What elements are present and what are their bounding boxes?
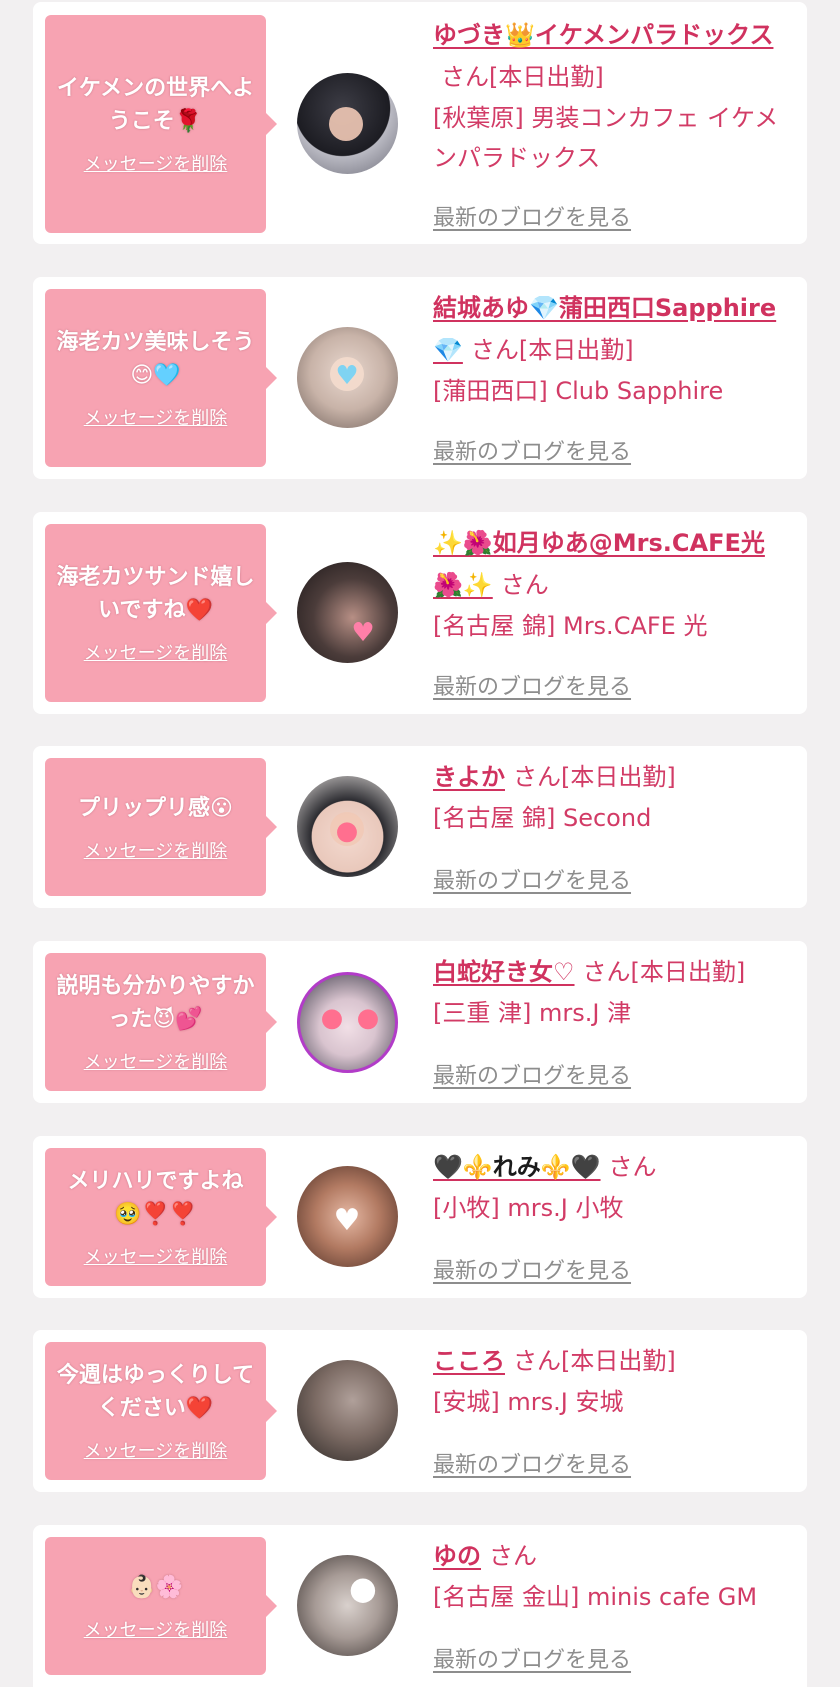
message-bubble: 今週はゆっくりしてください❤️ メッセージを削除 [45,1342,277,1480]
avatar[interactable]: ● [297,1555,398,1656]
message-text: 👶🏻🌸 [128,1574,183,1600]
avatar[interactable] [297,1360,398,1461]
avatar[interactable]: ● [297,776,398,877]
latest-blog-link[interactable]: 最新のブログを見る [433,1253,631,1285]
shop-name: [蒲田西口] Club Sapphire [433,377,724,405]
shop-name: [小牧] mrs.J 小牧 [433,1194,624,1222]
message-bubble: 説明も分かりやすかった😈💕 メッセージを削除 [45,953,277,1091]
delete-message-button[interactable]: メッセージを削除 [84,837,228,863]
name-suffix: さん[本日出勤] [470,336,634,364]
avatar[interactable]: ♥ [297,562,398,663]
message-bubble: イケメンの世界へようこそ🌹 メッセージを削除 [45,15,277,233]
list-item: メリハリですよね🥹❣️❣️ メッセージを削除 ♥ 🖤⚜️れみ⚜️🖤 さん [小牧]… [33,1136,807,1298]
cast-name-link[interactable]: ゆの [433,1542,481,1570]
message-text: 海老カツサンド嬉しいですね❤️ [56,565,255,623]
cast-name-link[interactable]: 白蛇好き女♡ [433,958,575,986]
latest-blog-link[interactable]: 最新のブログを見る [433,1642,631,1674]
avatar[interactable]: ● ● [297,972,398,1073]
message-text: 海老カツ美味しそう😊🩵 [56,330,255,388]
message-text: プリップリ感😮 [78,795,233,821]
delete-message-button[interactable]: メッセージを削除 [84,639,228,665]
latest-blog-link[interactable]: 最新のブログを見る [433,863,631,895]
delete-message-button[interactable]: メッセージを削除 [84,404,228,430]
message-bubble: メリハリですよね🥹❣️❣️ メッセージを削除 [45,1148,277,1286]
name-suffix: さん[本日出勤] [441,63,604,91]
latest-blog-link[interactable]: 最新のブログを見る [433,200,631,232]
name-suffix: さん [608,1153,657,1181]
shop-name: [三重 津] mrs.J 津 [433,999,632,1027]
message-text: メリハリですよね🥹❣️❣️ [67,1169,244,1227]
message-bubble: 👶🏻🌸 メッセージを削除 [45,1537,277,1675]
list-item: イケメンの世界へようこそ🌹 メッセージを削除 ゆづき👑イケメンパラドックスさん[… [33,2,807,244]
latest-blog-link[interactable]: 最新のブログを見る [433,1058,631,1090]
list-item: 海老カツ美味しそう😊🩵 メッセージを削除 ♥ 結城あゆ💎蒲田西口Sapphire… [33,277,807,479]
shop-name: [名古屋 金山] minis cafe GM [433,1583,758,1611]
message-text: 今週はゆっくりしてください❤️ [56,1363,255,1421]
cast-name-link[interactable]: こころ [433,1347,505,1375]
avatar[interactable]: ♥ [297,327,398,428]
latest-blog-link[interactable]: 最新のブログを見る [433,669,631,701]
shop-name: [安城] mrs.J 安城 [433,1388,624,1416]
delete-message-button[interactable]: メッセージを削除 [84,150,228,176]
avatar[interactable]: ♥ [297,1166,398,1267]
shop-name: [名古屋 錦] Mrs.CAFE 光 [433,612,708,640]
list-item: 今週はゆっくりしてください❤️ メッセージを削除 こころ さん[本日出勤] [安城… [33,1330,807,1492]
name-suffix: さん [489,1542,537,1570]
list-item: 説明も分かりやすかった😈💕 メッセージを削除 ● ● 白蛇好き女♡ さん[本日出勤… [33,941,807,1103]
name-suffix: さん [500,571,549,599]
shop-name: [名古屋 錦] Second [433,804,652,832]
list-item: 海老カツサンド嬉しいですね❤️ メッセージを削除 ♥ ✨🌺如月ゆあ@Mrs.CA… [33,512,807,714]
avatar[interactable] [297,73,398,174]
message-bubble: 海老カツ美味しそう😊🩵 メッセージを削除 [45,289,277,467]
delete-message-button[interactable]: メッセージを削除 [84,1616,228,1642]
cast-name-link[interactable]: ✨🌺如月ゆあ@Mrs.CAFE光🌺✨ [433,529,765,599]
shop-name: [秋葉原] 男装コンカフェ イケメンパラドックス [433,104,779,172]
name-suffix: さん[本日出勤] [582,958,746,986]
message-bubble: プリップリ感😮 メッセージを削除 [45,758,277,896]
name-suffix: さん[本日出勤] [513,1347,676,1375]
message-text: イケメンの世界へようこそ🌹 [56,76,255,134]
cast-name-link[interactable]: きよか [433,763,505,791]
delete-message-button[interactable]: メッセージを削除 [84,1243,228,1269]
delete-message-button[interactable]: メッセージを削除 [84,1048,228,1074]
list-item: プリップリ感😮 メッセージを削除 ● きよか さん[本日出勤] [名古屋 錦] S… [33,746,807,908]
cast-name-link[interactable]: 🖤⚜️れみ⚜️🖤 [433,1153,601,1181]
message-bubble: 海老カツサンド嬉しいですね❤️ メッセージを削除 [45,524,277,702]
delete-message-button[interactable]: メッセージを削除 [84,1437,228,1463]
latest-blog-link[interactable]: 最新のブログを見る [433,1447,631,1479]
cast-name-link[interactable]: ゆづき👑イケメンパラドックス [433,21,773,49]
name-suffix: さん[本日出勤] [513,763,676,791]
list-item: 👶🏻🌸 メッセージを削除 ● ゆの さん [名古屋 金山] minis cafe … [33,1525,807,1687]
message-text: 説明も分かりやすかった😈💕 [56,974,255,1032]
latest-blog-link[interactable]: 最新のブログを見る [433,434,631,466]
